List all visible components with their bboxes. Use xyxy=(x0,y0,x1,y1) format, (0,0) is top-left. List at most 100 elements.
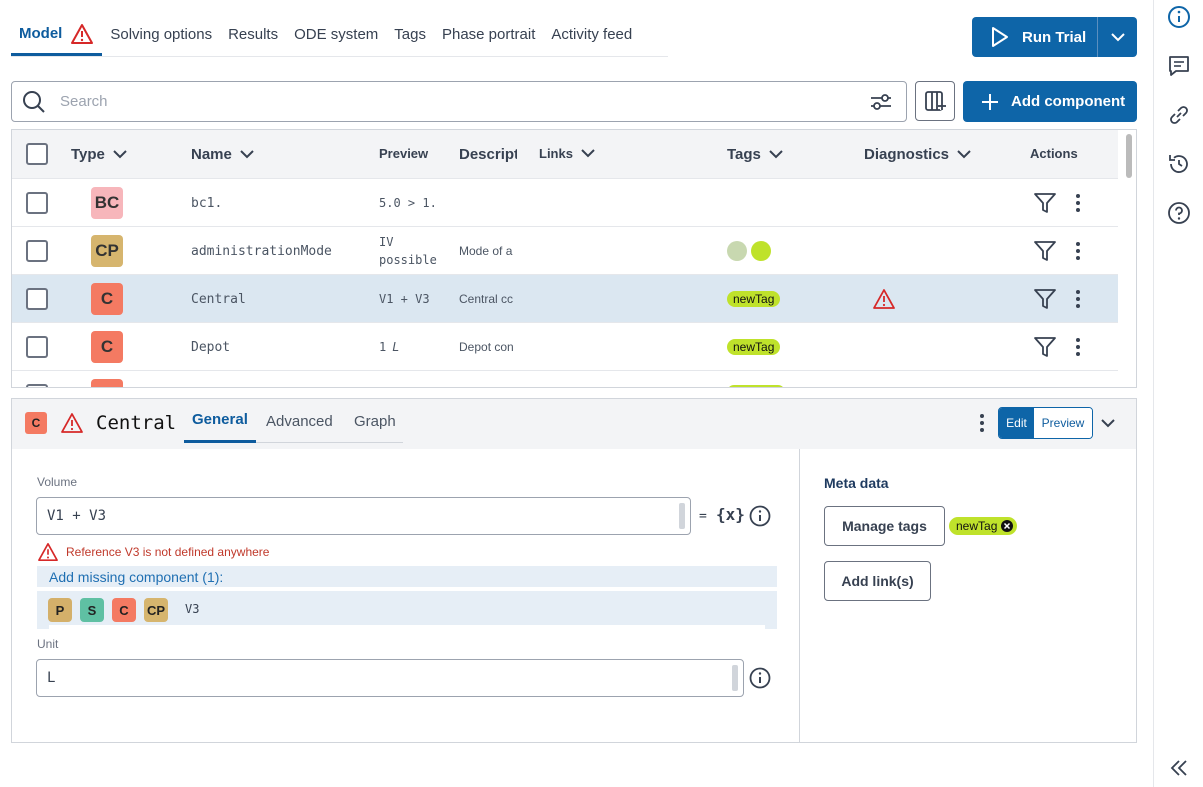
preview-value: 1 xyxy=(379,340,387,354)
edit-toggle[interactable]: Edit xyxy=(999,408,1034,438)
run-trial-dropdown-button[interactable] xyxy=(1098,17,1137,57)
tag-pill[interactable]: newTag xyxy=(727,339,781,355)
more-vertical-icon[interactable] xyxy=(1070,289,1086,309)
warning-icon xyxy=(873,289,895,309)
detail-title: Central xyxy=(96,412,177,434)
type-badge: BC xyxy=(91,187,123,219)
type-badge: CP xyxy=(91,235,123,267)
more-vertical-icon[interactable] xyxy=(1070,193,1086,213)
header-label: Links xyxy=(539,145,573,161)
unit-input[interactable]: L xyxy=(36,659,744,697)
variable-icon[interactable]: {x} xyxy=(716,505,745,524)
column-header-tags[interactable]: Tags xyxy=(727,130,783,178)
table-row[interactable]: C Depot 1 L Depot con newTag xyxy=(12,322,1118,370)
filter-icon[interactable] xyxy=(1033,240,1057,262)
help-icon[interactable] xyxy=(1167,201,1191,225)
tab-label: ODE system xyxy=(294,26,379,43)
link-icon[interactable] xyxy=(1167,103,1191,127)
tab-graph[interactable]: Graph xyxy=(354,399,396,443)
tab-results[interactable]: Results xyxy=(220,14,286,56)
tab-ode-system[interactable]: ODE system xyxy=(286,14,386,56)
row-checkbox[interactable] xyxy=(26,192,48,214)
header-label: Actions xyxy=(1030,145,1078,161)
close-icon[interactable] xyxy=(1001,520,1014,532)
header-label: Name xyxy=(191,145,232,163)
search-input[interactable] xyxy=(60,93,870,110)
tag-chip-label: newTag xyxy=(956,519,998,533)
tab-label: Activity feed xyxy=(551,26,633,43)
more-vertical-icon[interactable] xyxy=(1070,241,1086,261)
tab-label: Tags xyxy=(394,26,426,43)
add-parameter-button[interactable]: P xyxy=(48,598,72,622)
chevron-down-icon xyxy=(1110,33,1125,42)
header-label: Diagnostics xyxy=(864,145,950,163)
search-bar xyxy=(11,81,907,122)
column-header-diagnostics[interactable]: Diagnostics xyxy=(864,130,971,178)
header-label: Type xyxy=(71,145,105,163)
equals-sign: = xyxy=(699,509,707,524)
column-header-description[interactable]: Descript xyxy=(459,130,517,178)
info-icon[interactable] xyxy=(749,667,771,689)
column-header-actions: Actions xyxy=(1030,130,1078,176)
chevron-down-icon xyxy=(769,149,783,158)
column-header-links[interactable]: Links xyxy=(539,130,595,176)
filter-icon[interactable] xyxy=(1033,192,1057,214)
filter-icon[interactable] xyxy=(1033,336,1057,358)
row-checkbox[interactable] xyxy=(26,336,48,358)
column-settings-button[interactable] xyxy=(915,81,955,121)
filter-icon[interactable] xyxy=(1033,288,1057,310)
column-header-name[interactable]: Name xyxy=(191,130,254,178)
chevron-down-icon xyxy=(581,148,595,157)
divider xyxy=(49,625,765,629)
info-icon[interactable] xyxy=(749,505,771,527)
filter-settings-icon[interactable] xyxy=(870,93,892,111)
column-header-type[interactable]: Type xyxy=(71,130,127,178)
row-preview: 5.0 > 1. xyxy=(379,196,437,210)
more-vertical-icon[interactable] xyxy=(1070,337,1086,357)
tab-tags[interactable]: Tags xyxy=(386,14,434,56)
collapse-left-icon[interactable] xyxy=(1167,756,1191,780)
more-vertical-icon[interactable] xyxy=(974,413,990,433)
tab-advanced[interactable]: Advanced xyxy=(266,399,333,443)
column-header-preview: Preview xyxy=(379,130,428,176)
add-links-button[interactable]: Add link(s) xyxy=(824,561,931,601)
tab-label: Results xyxy=(228,26,279,43)
add-compartment-button[interactable]: C xyxy=(112,598,136,622)
manage-tags-button[interactable]: Manage tags xyxy=(824,506,945,546)
table-row[interactable]: CP administrationMode IV possible Mode o… xyxy=(12,226,1118,274)
warning-icon xyxy=(71,23,94,44)
add-species-button[interactable]: S xyxy=(80,598,104,622)
preview-toggle[interactable]: Preview xyxy=(1034,408,1092,438)
comment-icon[interactable] xyxy=(1167,54,1191,78)
field-scrollbar xyxy=(732,665,738,691)
chevron-down-icon xyxy=(240,149,254,158)
row-checkbox[interactable] xyxy=(26,240,48,262)
missing-title: Add missing component (1): xyxy=(49,569,224,585)
chevron-down-icon xyxy=(957,149,971,158)
preview-line: possible xyxy=(379,253,437,267)
row-checkbox[interactable] xyxy=(26,384,48,387)
type-badge: C xyxy=(91,331,123,363)
volume-label: Volume xyxy=(37,475,78,489)
tab-phase-portrait[interactable]: Phase portrait xyxy=(434,14,543,56)
chevron-down-icon[interactable] xyxy=(1101,419,1115,428)
unit-label: Unit xyxy=(37,637,59,651)
tag-pill[interactable]: newTag xyxy=(727,291,781,307)
add-component-button[interactable]: Add component xyxy=(963,81,1137,122)
tab-model[interactable]: Model xyxy=(11,14,103,56)
table-scrollbar[interactable] xyxy=(1126,134,1132,178)
run-trial-button[interactable]: Run Trial xyxy=(972,17,1098,57)
tab-general[interactable]: General xyxy=(184,399,256,443)
chevron-down-icon xyxy=(113,149,127,158)
volume-input[interactable]: V1 + V3 xyxy=(36,497,691,535)
history-icon[interactable] xyxy=(1167,152,1191,176)
tab-activity-feed[interactable]: Activity feed xyxy=(543,14,640,56)
select-all-checkbox[interactable] xyxy=(26,143,48,165)
row-checkbox[interactable] xyxy=(26,288,48,310)
add-constant-parameter-button[interactable]: CP xyxy=(144,598,168,622)
table-row[interactable]: BC bc1. 5.0 > 1. xyxy=(12,178,1118,226)
header-label: Tags xyxy=(727,145,761,163)
table-row-selected[interactable]: C Central V1 + V3 Central cc newTag xyxy=(12,274,1118,322)
tab-solving-options[interactable]: Solving options xyxy=(102,14,220,56)
info-icon[interactable] xyxy=(1167,5,1191,29)
